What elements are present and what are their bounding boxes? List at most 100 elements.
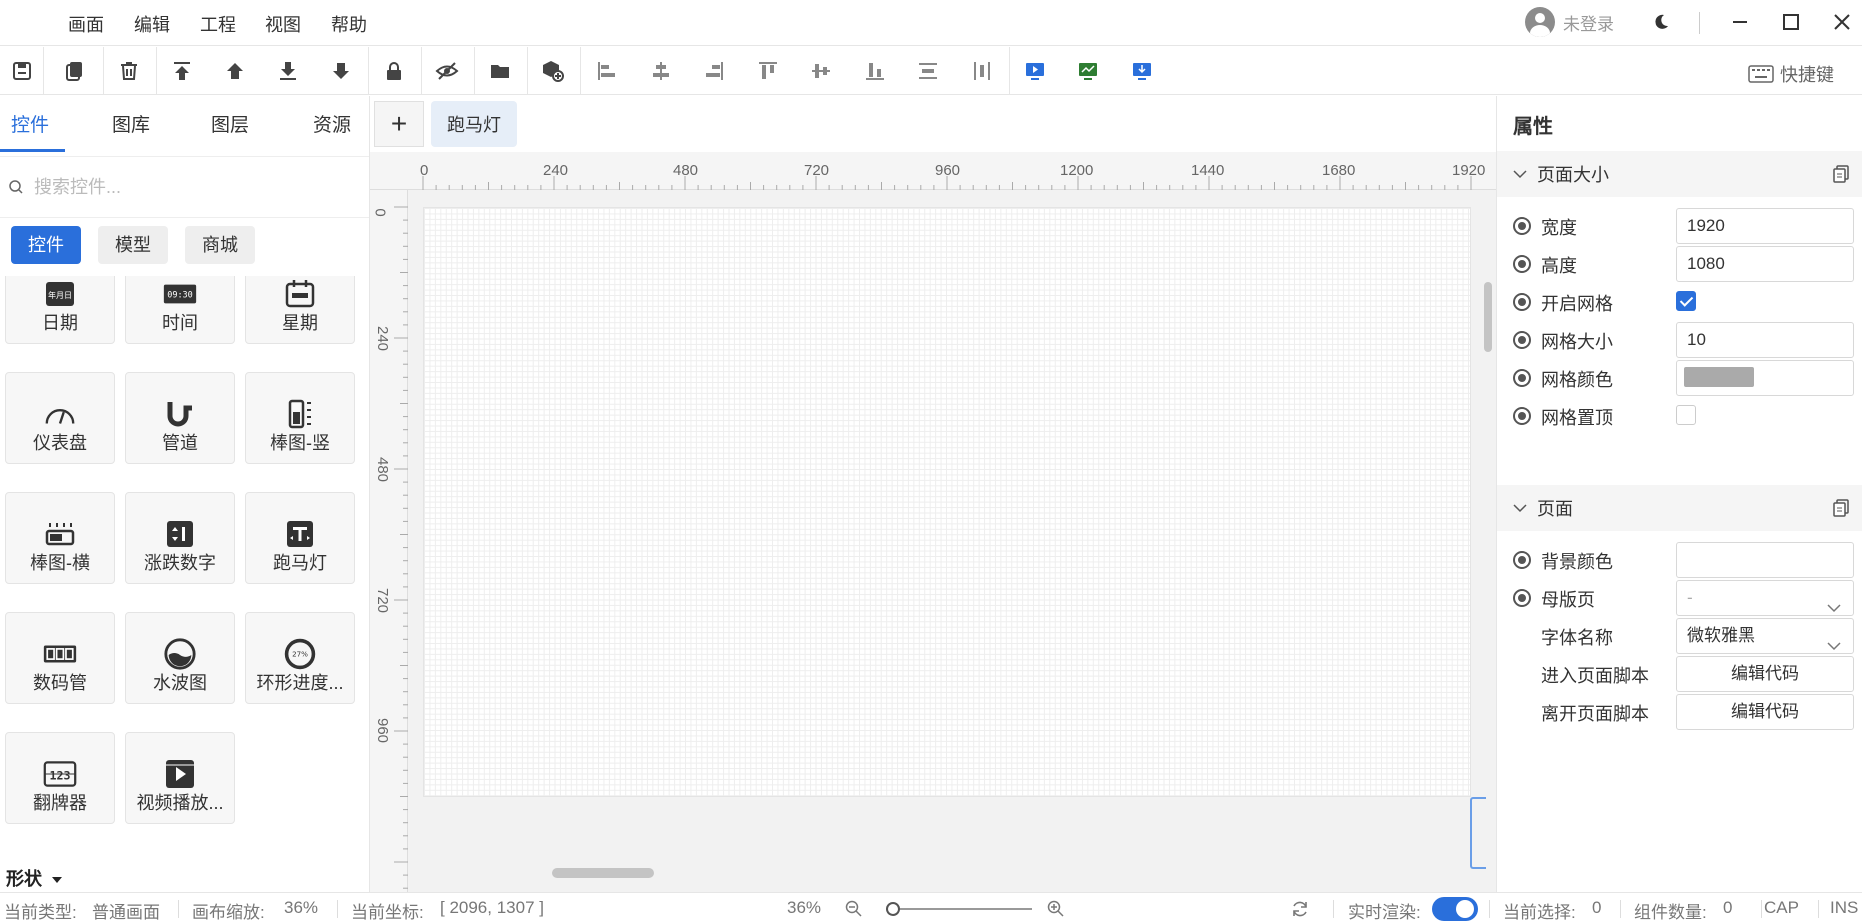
bg-color-picker[interactable] [1676, 542, 1854, 578]
menu-item-help[interactable]: 帮助 [331, 11, 367, 37]
folder-icon[interactable] [484, 55, 516, 87]
move-up-icon[interactable] [219, 55, 251, 87]
radio-icon[interactable] [1513, 217, 1531, 235]
move-to-top-icon[interactable] [166, 55, 198, 87]
master-page-select[interactable]: - [1676, 580, 1854, 616]
minimize-icon[interactable] [1724, 8, 1756, 36]
search-input[interactable] [34, 177, 354, 198]
vertical-scrollbar[interactable] [1484, 282, 1492, 352]
distribute-vertical-icon[interactable] [966, 55, 998, 87]
radio-icon[interactable] [1513, 551, 1531, 569]
preview-play-icon[interactable] [1019, 55, 1051, 87]
widget-label: 管道 [162, 429, 198, 455]
widget-label: 翻牌器 [33, 789, 87, 815]
maximize-icon[interactable] [1775, 8, 1807, 36]
close-icon[interactable] [1826, 8, 1858, 36]
category-widgets[interactable]: 控件 [11, 226, 81, 264]
widget-ring-progress[interactable]: 27% 环形进度... [245, 612, 355, 704]
shape-section-header[interactable]: 形状 [6, 865, 63, 891]
category-models[interactable]: 模型 [98, 226, 168, 264]
widget-gauge[interactable]: 仪表盘 [5, 372, 115, 464]
align-left-icon[interactable] [591, 55, 623, 87]
widget-date[interactable]: 年月日 日期 [5, 276, 115, 344]
menu-item-edit[interactable]: 编辑 [134, 11, 170, 37]
properties-panel: 属性 页面大小 宽度 1920 高度 1080 开启网格 网格大小 10 网格颜… [1496, 96, 1862, 892]
add-page-button[interactable]: + [374, 101, 424, 147]
keyboard-icon [1748, 65, 1774, 83]
widget-time[interactable]: 09:30 时间 [125, 276, 235, 344]
widget-marquee[interactable]: 跑马灯 [245, 492, 355, 584]
widget-pipe[interactable]: 管道 [125, 372, 235, 464]
copy-icon[interactable] [1833, 499, 1849, 522]
copy-icon[interactable] [1833, 165, 1849, 188]
save-icon[interactable] [6, 55, 38, 87]
menu-item-project[interactable]: 工程 [200, 11, 236, 37]
edit-enter-script-button[interactable]: 编辑代码 [1676, 656, 1854, 692]
widget-flip-counter[interactable]: 123 翻牌器 [5, 732, 115, 824]
zoom-slider-handle[interactable] [886, 902, 900, 916]
radio-icon[interactable] [1513, 293, 1531, 311]
section-page-size[interactable]: 页面大小 [1497, 151, 1862, 197]
add-component-icon[interactable] [537, 55, 569, 87]
zoom-in-icon[interactable] [1047, 900, 1065, 923]
refresh-icon[interactable] [1290, 899, 1310, 924]
category-store[interactable]: 商城 [185, 226, 255, 264]
section-page[interactable]: 页面 [1497, 485, 1862, 531]
radio-icon[interactable] [1513, 407, 1531, 425]
grid-top-checkbox[interactable] [1676, 405, 1696, 425]
menu-item-view[interactable]: 视图 [265, 11, 301, 37]
widget-water-wave[interactable]: 水波图 [125, 612, 235, 704]
realtime-render-toggle[interactable] [1432, 897, 1478, 921]
move-down-icon[interactable] [325, 55, 357, 87]
edit-leave-script-button[interactable]: 编辑代码 [1676, 694, 1854, 730]
width-input[interactable]: 1920 [1676, 208, 1854, 244]
widget-digital-tube[interactable]: 数码管 [5, 612, 115, 704]
prop-label: 背景颜色 [1541, 548, 1613, 574]
delete-icon[interactable] [113, 55, 145, 87]
page-tab[interactable]: 跑马灯 [431, 101, 517, 147]
avatar [1525, 7, 1555, 37]
radio-icon[interactable] [1513, 255, 1531, 273]
horizontal-scrollbar[interactable] [552, 868, 654, 878]
radio-icon[interactable] [1513, 589, 1531, 607]
distribute-horizontal-icon[interactable] [912, 55, 944, 87]
grid-color-picker[interactable] [1676, 360, 1854, 396]
publish-download-icon[interactable] [1126, 55, 1158, 87]
grid-enable-checkbox[interactable] [1676, 291, 1696, 311]
ring-progress-icon: 27% [283, 637, 317, 671]
widget-bar-vertical[interactable]: 棒图-竖 [245, 372, 355, 464]
widget-bar-horizontal[interactable]: 棒图-横 [5, 492, 115, 584]
zoom-out-icon[interactable] [845, 900, 863, 923]
widget-weekday[interactable]: 星期 [245, 276, 355, 344]
move-to-bottom-icon[interactable] [272, 55, 304, 87]
monitor-chart-icon[interactable] [1072, 55, 1104, 87]
grid-size-input[interactable]: 10 [1676, 322, 1854, 358]
canvas-area[interactable]: 0 240 480 720 960 1200 1440 1680 1920 0 … [370, 152, 1496, 892]
align-right-icon[interactable] [698, 55, 730, 87]
tab-resources[interactable]: 资源 [313, 110, 351, 137]
height-input[interactable]: 1080 [1676, 246, 1854, 282]
ruler-label: 480 [673, 162, 698, 179]
font-select[interactable]: 微软雅黑 [1676, 618, 1854, 654]
theme-toggle-moon-icon[interactable] [1645, 8, 1677, 36]
radio-icon[interactable] [1513, 331, 1531, 349]
menu-item-canvas[interactable]: 画面 [68, 11, 104, 37]
hide-eye-icon[interactable] [431, 55, 463, 87]
tab-widgets[interactable]: 控件 [11, 110, 49, 137]
lock-icon[interactable] [378, 55, 410, 87]
tab-gallery[interactable]: 图库 [112, 110, 150, 137]
radio-icon[interactable] [1513, 369, 1531, 387]
widget-video-player[interactable]: 视频播放... [125, 732, 235, 824]
zoom-slider[interactable] [886, 908, 1032, 910]
align-bottom-icon[interactable] [859, 55, 891, 87]
design-page-grid[interactable] [423, 207, 1471, 797]
svg-text:27%: 27% [292, 650, 308, 659]
align-top-icon[interactable] [752, 55, 784, 87]
align-center-vertical-icon[interactable] [805, 55, 837, 87]
user-login[interactable]: 未登录 [1525, 7, 1614, 37]
shortcut-button[interactable]: 快捷键 [1748, 61, 1834, 87]
copy-icon[interactable] [59, 55, 91, 87]
tab-layers[interactable]: 图层 [211, 110, 249, 137]
widget-change-number[interactable]: 涨跌数字 [125, 492, 235, 584]
align-center-horizontal-icon[interactable] [645, 55, 677, 87]
